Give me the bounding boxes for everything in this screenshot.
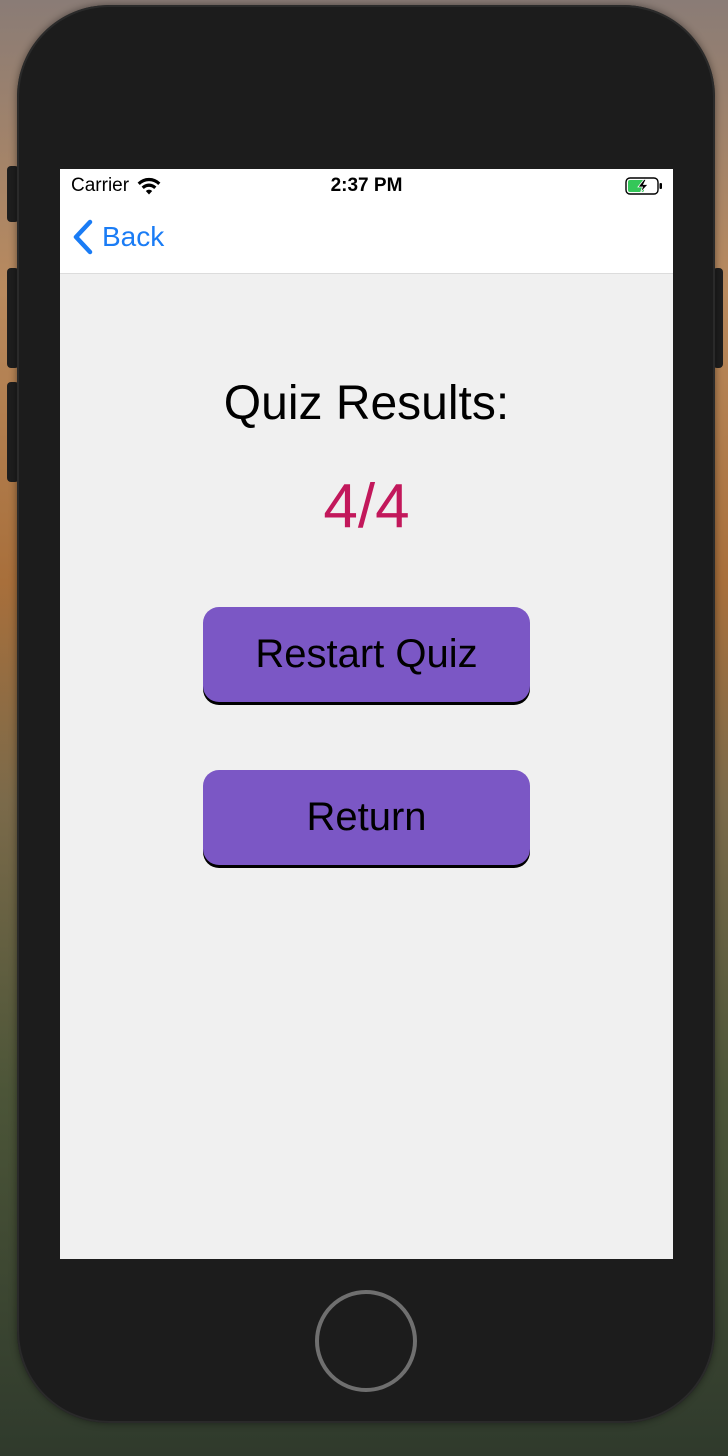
home-button[interactable]	[315, 1290, 417, 1392]
quiz-results-title: Quiz Results:	[223, 377, 510, 430]
navigation-bar: Carrier 2:37 PM Back	[60, 169, 673, 274]
battery-charging-icon	[625, 177, 662, 195]
restart-quiz-button[interactable]: Restart Quiz	[203, 607, 530, 702]
chevron-left-icon	[73, 219, 93, 255]
back-button[interactable]: Back	[72, 219, 164, 255]
status-time: 2:37 PM	[330, 175, 403, 196]
return-button[interactable]: Return	[203, 770, 530, 865]
quiz-score: 4/4	[323, 472, 410, 541]
back-label: Back	[102, 221, 165, 252]
app-screen: Carrier 2:37 PM Back Quiz Results: 4/4 R…	[60, 169, 673, 1259]
